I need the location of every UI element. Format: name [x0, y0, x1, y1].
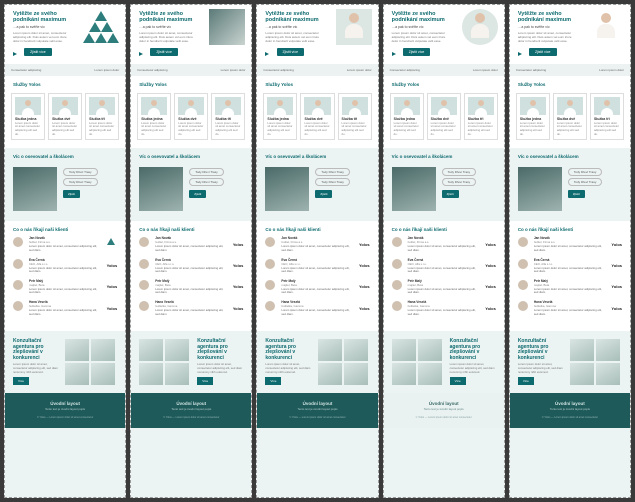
vodeni-image [13, 167, 57, 211]
testimonial-row: Petr Malýmajitel, BetaLorem ipsum dolor … [392, 279, 496, 295]
testimonial-row: Eva ČernáCEO, Alfa s.r.o.Lorem ipsum dol… [265, 258, 369, 274]
hero-cta-button[interactable]: Zjistit více [529, 48, 557, 56]
play-icon[interactable] [518, 52, 522, 56]
testimonial-row: Petr Malýmajitel, BetaLorem ipsum dolor … [13, 279, 117, 295]
card-image [89, 97, 115, 115]
testimonial-row: Jan Novákředitel, Firma a.s.Lorem ipsum … [518, 236, 622, 252]
hero: Vytěžte ze svého podnikání maximum …a pa… [510, 5, 630, 64]
testimonial-row: Petr Malýmajitel, BetaLorem ipsum dolor … [139, 279, 243, 295]
testimonial-row: Eva ČernáCEO, Alfa s.r.o.Lorem ipsum dol… [392, 258, 496, 274]
layout-variant-1[interactable]: Vytěžte ze svého podnikání maximum …a pa… [4, 4, 126, 498]
service-card[interactable]: Služba třiLorem ipsum dolor sit amet con… [338, 93, 372, 141]
footer: Úvodní layout Tento text je úvodní layou… [5, 393, 125, 427]
agency-block: Konzultační agentura pro zlepšování v ko… [5, 331, 125, 393]
testimonial-row: Hana Veseláředitelka, GammaLorem ipsum d… [265, 300, 369, 316]
hero-cta-button[interactable]: Zjistit více [403, 48, 431, 56]
hero-body: Lorem ipsum dolor sit amet, consectetur … [13, 32, 70, 44]
services-cards: Služba jednaLorem ipsum dolor sit amet c… [5, 89, 125, 149]
testimonials: Co o nás říkají naši klienti Jan Novákře… [5, 221, 125, 331]
layout-variant-2[interactable]: Vytěžte ze svého podnikání maximum …a pa… [130, 4, 252, 498]
testimonial-row: Eva ČernáCEO, Alfa s.r.o.Lorem ipsum dol… [13, 258, 117, 274]
services-title: Služby Yolos [5, 76, 125, 89]
service-card[interactable]: Služba třiLorem ipsum dolor sit amet con… [590, 93, 624, 141]
client-logo: Yolos [107, 263, 118, 268]
hero-person-cutout [588, 9, 624, 45]
testimonial-row: Jan Novákředitel, Firma a.s.Lorem ipsum … [139, 236, 243, 252]
vodeni-image [139, 167, 183, 211]
hero-cta-button[interactable]: Zjistit více [150, 48, 178, 56]
testimonial-row: Petr Malýmajitel, BetaLorem ipsum dolor … [265, 279, 369, 295]
info-strip: Consectetur adipiscingLorem ipsum dolor [5, 64, 125, 76]
service-card[interactable]: Služba dvěLorem ipsum dolor sit amet con… [427, 93, 461, 141]
card-image [52, 97, 78, 115]
variant-gallery: Vytěžte ze svého podnikání maximum …a pa… [0, 0, 635, 502]
vodeni-block: Tody Dřeví Trasy Tody Dřeví Trasy Zjisti… [5, 161, 125, 221]
hero-title: Vytěžte ze svého podnikání maximum [13, 11, 76, 23]
footer: Úvodní layoutTento text je úvodní layout… [384, 393, 504, 427]
service-card[interactable]: Služba jednaLorem ipsum dolor sit amet c… [390, 93, 424, 141]
service-card[interactable]: Služba jednaLorem ipsum dolor sit amet c… [516, 93, 550, 141]
hero: Vytěžte ze svého podnikání maximum …a pa… [384, 5, 504, 64]
hero-graphic-triangles [83, 9, 119, 45]
testimonial-row: Hana Veseláředitelka, GammaLorem ipsum d… [139, 300, 243, 316]
hero-photo [209, 9, 245, 45]
testimonial-row: Eva ČernáCEO, Alfa s.r.o.Lorem ipsum dol… [139, 258, 243, 274]
layout-variant-5[interactable]: Vytěžte ze svého podnikání maximum …a pa… [509, 4, 631, 498]
agency-photo-grid [65, 339, 117, 385]
tag-pill[interactable]: Tody Dřeví Trasy [63, 168, 98, 176]
hero: Vytěžte ze svého podnikání maximum …a pa… [257, 5, 377, 64]
avatar [13, 280, 23, 290]
hero-person-photo [336, 9, 372, 45]
card-image [15, 97, 41, 115]
avatar [13, 237, 23, 247]
testimonial-row: Hana Veseláředitelka, GammaLorem ipsum d… [392, 300, 496, 316]
footer: Úvodní layoutTento text je úvodní layout… [510, 393, 630, 427]
layout-variant-4[interactable]: Vytěžte ze svého podnikání maximum …a pa… [383, 4, 505, 498]
service-card[interactable]: Služba třiLorem ipsum dolor sit amet con… [211, 93, 245, 141]
service-card[interactable]: Služba jednaLorem ipsum dolor sit amet c… [263, 93, 297, 141]
service-card[interactable]: Služba dvěLorem ipsum dolor sit amet con… [174, 93, 208, 141]
client-logo: Yolos [107, 284, 118, 289]
testimonial-row: Eva ČernáCEO, Alfa s.r.o.Lorem ipsum dol… [518, 258, 622, 274]
play-icon[interactable] [392, 52, 396, 56]
play-icon[interactable] [139, 52, 143, 56]
hero-title: Vytěžte ze svého podnikání maximum [139, 11, 202, 23]
vodeni-button[interactable]: Zjistit [63, 190, 80, 198]
hero: Vytěžte ze svého podnikání maximum …a pa… [131, 5, 251, 64]
hero-cta-button[interactable]: Zjistit více [277, 48, 305, 56]
footer: Úvodní layoutTento text je úvodní layout… [257, 393, 377, 427]
play-icon[interactable] [265, 52, 269, 56]
service-card[interactable]: Služba jednaLorem ipsum dolor sit amet c… [11, 93, 45, 141]
tag-pill[interactable]: Tody Dřeví Trasy [63, 178, 98, 186]
vodeni-title: Víc o osevovatel a školácem [5, 148, 125, 161]
service-card[interactable]: Služba dvěLorem ipsum dolor sit amet con… [300, 93, 334, 141]
hero-person-round [462, 9, 498, 45]
hero: Vytěžte ze svého podnikání maximum …a pa… [5, 5, 125, 64]
testimonial-row: Jan Novákředitel, Firma a.s.Lorem ipsum … [392, 236, 496, 252]
service-card[interactable]: Služba třiLorem ipsum dolor sit amet con… [464, 93, 498, 141]
service-card[interactable]: Služba dvěLorem ipsum dolor sit amet con… [48, 93, 82, 141]
testimonial-row: Petr Malýmajitel, BetaLorem ipsum dolor … [518, 279, 622, 295]
service-card[interactable]: Služba jednaLorem ipsum dolor sit amet c… [137, 93, 171, 141]
service-card[interactable]: Služba třiLorem ipsum dolor sit amet con… [85, 93, 119, 141]
testimonial-row: Jan Novákředitel, Firma a.s.Lorem ipsum … [13, 236, 117, 252]
avatar [13, 259, 23, 269]
hero-cta-button[interactable]: Zjistit více [24, 48, 52, 56]
testimonial-row: Hana Veseláředitelka, GammaLorem ipsum d… [518, 300, 622, 316]
testimonial-row: Jan Novákředitel, Firma a.s.Lorem ipsum … [265, 236, 369, 252]
agency-button[interactable]: Více [13, 377, 29, 385]
triangle-icon [105, 238, 117, 250]
client-logo: Yolos [107, 306, 118, 311]
service-card[interactable]: Služba dvěLorem ipsum dolor sit amet con… [553, 93, 587, 141]
layout-variant-3[interactable]: Vytěžte ze svého podnikání maximum …a pa… [256, 4, 378, 498]
testimonial-row: Hana Veseláředitelka, GammaLorem ipsum d… [13, 300, 117, 316]
footer: Úvodní layoutTento text je úvodní layout… [131, 393, 251, 427]
testimonials-title: Co o nás říkají naši klienti [13, 227, 117, 232]
avatar [13, 301, 23, 311]
play-icon[interactable] [13, 52, 17, 56]
